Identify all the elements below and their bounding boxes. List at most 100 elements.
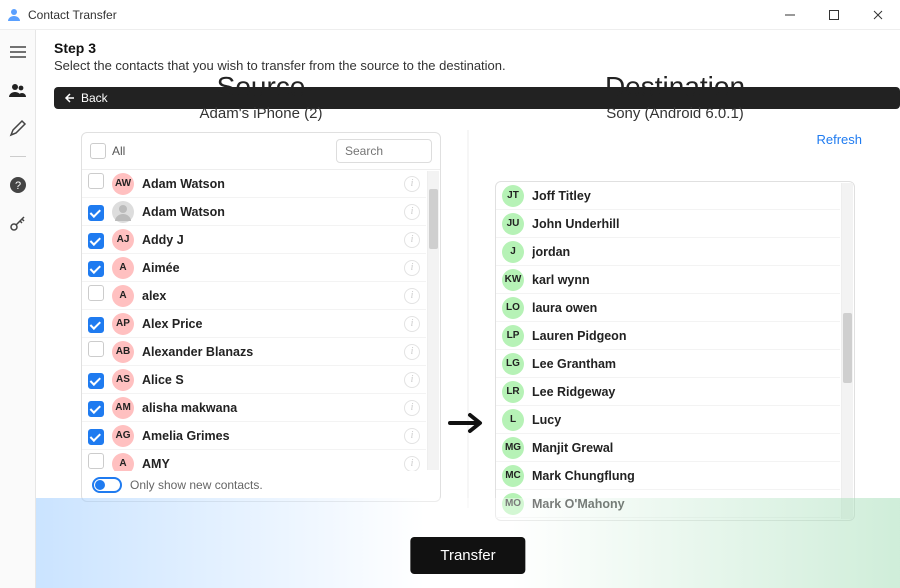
avatar: JU (502, 213, 524, 235)
destination-panel: Destination Sony (Android 6.0.1) Refresh… (468, 109, 882, 588)
info-icon[interactable]: i (404, 176, 420, 192)
avatar: LP (502, 325, 524, 347)
transfer-arrow-icon (446, 409, 490, 442)
contact-row[interactable]: KW karl wynn (496, 266, 840, 294)
contact-row[interactable]: MO Mark O'Mahony (496, 490, 840, 518)
contact-row[interactable]: MCMark Chungflung (496, 462, 840, 490)
destination-scrollbar[interactable] (841, 183, 853, 519)
contact-row[interactable]: JUJohn Underhill (496, 210, 840, 238)
close-button[interactable] (856, 0, 900, 30)
info-icon[interactable]: i (404, 372, 420, 388)
menu-icon[interactable] (8, 42, 28, 62)
contact-name: Addy J (142, 233, 396, 247)
contacts-icon[interactable] (8, 80, 28, 100)
contact-row[interactable]: AGAmelia Grimesi (82, 422, 426, 450)
contact-checkbox[interactable] (88, 173, 104, 189)
avatar: AB (112, 341, 134, 363)
source-device: Adam's iPhone (2) (200, 105, 323, 122)
key-icon[interactable] (8, 213, 28, 233)
avatar: L (502, 409, 524, 431)
info-icon[interactable]: i (404, 232, 420, 248)
back-button[interactable]: Back (54, 87, 900, 109)
contact-checkbox[interactable] (88, 285, 104, 301)
contact-row[interactable]: Aalexi (82, 282, 426, 310)
avatar: AM (112, 397, 134, 419)
avatar: MO (502, 493, 524, 515)
contact-row[interactable]: JTJoff Titley (496, 182, 840, 210)
info-icon[interactable]: i (404, 204, 420, 220)
contact-name: Alexander Blanazs (142, 345, 396, 359)
contact-checkbox[interactable] (88, 233, 104, 249)
contact-name: laura owen (532, 301, 834, 315)
avatar: AS (112, 369, 134, 391)
refresh-link[interactable]: Refresh (468, 132, 882, 147)
source-panel: Source Adam's iPhone (2) All AWAdam Wats… (54, 109, 468, 588)
window-title: Contact Transfer (28, 8, 768, 22)
svg-text:?: ? (14, 180, 20, 192)
contact-checkbox[interactable] (88, 401, 104, 417)
contact-row[interactable]: AB Alexander Blanazs i (82, 338, 426, 366)
contact-name: Mark Chungflung (532, 469, 834, 483)
contact-name: karl wynn (532, 273, 834, 287)
select-all-checkbox[interactable] (90, 143, 106, 159)
avatar: A (112, 285, 134, 307)
avatar: A (112, 453, 134, 472)
source-scrollbar[interactable] (427, 171, 439, 470)
search-input[interactable] (336, 139, 432, 163)
contact-name: Mark O'Mahony (532, 497, 834, 511)
step-description: Select the contacts that you wish to tra… (54, 58, 882, 73)
contact-row[interactable]: LLucy (496, 406, 840, 434)
contact-checkbox[interactable] (88, 453, 104, 469)
edit-icon[interactable] (8, 118, 28, 138)
info-icon[interactable]: i (404, 260, 420, 276)
contact-row[interactable]: LGLee Grantham (496, 350, 840, 378)
contact-row[interactable]: ASAlice Si (82, 366, 426, 394)
info-icon[interactable]: i (404, 456, 420, 472)
contact-checkbox[interactable] (88, 341, 104, 357)
sidebar: ? (0, 30, 36, 588)
avatar: LR (502, 381, 524, 403)
contact-name: Joff Titley (532, 189, 834, 203)
contact-row[interactable]: AJAddy Ji (82, 226, 426, 254)
contact-checkbox[interactable] (88, 205, 104, 221)
contact-row[interactable]: LO laura owen (496, 294, 840, 322)
contact-checkbox[interactable] (88, 261, 104, 277)
contact-name: Adam Watson (142, 205, 396, 219)
contact-row[interactable]: AAMYi (82, 450, 426, 471)
contact-name: jordan (532, 245, 834, 259)
back-button-label: Back (81, 91, 108, 105)
contact-row[interactable]: AWAdam Watsoni (82, 170, 426, 198)
contact-checkbox[interactable] (88, 317, 104, 333)
contact-row[interactable]: LPLauren Pidgeon (496, 322, 840, 350)
source-title: Source (217, 71, 306, 103)
contact-row[interactable]: Jjordan (496, 238, 840, 266)
contact-row[interactable]: AAiméei (82, 254, 426, 282)
info-icon[interactable]: i (404, 400, 420, 416)
minimize-button[interactable] (768, 0, 812, 30)
contact-row[interactable]: AM alisha makwana i (82, 394, 426, 422)
contact-row[interactable]: MGManjit Grewal (496, 434, 840, 462)
maximize-button[interactable] (812, 0, 856, 30)
only-new-label: Only show new contacts. (130, 478, 263, 492)
avatar: AW (112, 173, 134, 195)
help-icon[interactable]: ? (8, 175, 28, 195)
contact-name: Alex Price (142, 317, 396, 331)
info-icon[interactable]: i (404, 288, 420, 304)
avatar: LG (502, 353, 524, 375)
contact-row[interactable]: APAlex Pricei (82, 310, 426, 338)
avatar: AG (112, 425, 134, 447)
info-icon[interactable]: i (404, 344, 420, 360)
contact-row[interactable]: Adam Watson i (82, 198, 426, 226)
contact-name: alisha makwana (142, 401, 396, 415)
select-all-label: All (112, 144, 330, 158)
contact-checkbox[interactable] (88, 373, 104, 389)
avatar (112, 201, 134, 223)
contact-row[interactable]: LRLee Ridgeway (496, 378, 840, 406)
avatar: KW (502, 269, 524, 291)
info-icon[interactable]: i (404, 428, 420, 444)
avatar: LO (502, 297, 524, 319)
contact-checkbox[interactable] (88, 429, 104, 445)
info-icon[interactable]: i (404, 316, 420, 332)
transfer-button[interactable]: Transfer (410, 537, 525, 574)
only-new-toggle[interactable] (92, 477, 122, 493)
